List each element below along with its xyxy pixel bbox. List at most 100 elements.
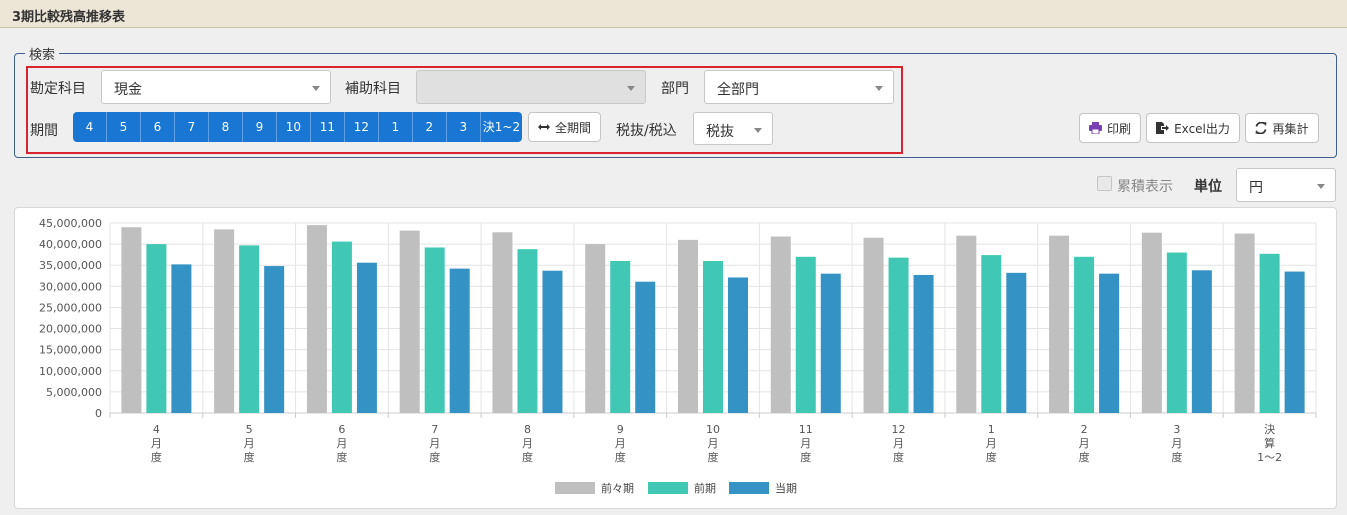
legend-swatch bbox=[555, 482, 595, 494]
y-tick-label: 25,000,000 bbox=[39, 301, 102, 314]
chevron-down-icon bbox=[754, 128, 762, 133]
legend-swatch bbox=[729, 482, 769, 494]
period-button-10[interactable]: 10 bbox=[277, 112, 311, 142]
period-label: 期間 bbox=[30, 123, 58, 139]
bar-2 bbox=[1259, 253, 1280, 413]
x-category-label: 月 bbox=[522, 437, 533, 450]
x-category-label: 7 bbox=[431, 423, 438, 436]
x-category-label: 月 bbox=[336, 437, 347, 450]
x-category-label: 度 bbox=[151, 450, 162, 464]
unit-select-value: 円 bbox=[1249, 180, 1263, 196]
bar-3 bbox=[1284, 271, 1305, 413]
period-button-7[interactable]: 7 bbox=[175, 112, 209, 142]
account-select[interactable]: 現金 bbox=[101, 70, 331, 104]
bar-3 bbox=[171, 264, 192, 413]
x-category-label: 10 bbox=[706, 423, 720, 436]
bar-1 bbox=[678, 239, 698, 413]
bar-1 bbox=[1141, 232, 1162, 413]
y-tick-label: 20,000,000 bbox=[39, 323, 102, 336]
page-title: 3期比較残高推移表 bbox=[12, 10, 126, 25]
x-category-label: 度 bbox=[1079, 450, 1090, 464]
bar-1 bbox=[770, 236, 791, 413]
period-button-6[interactable]: 6 bbox=[141, 112, 175, 142]
dept-select[interactable]: 全部門 bbox=[704, 70, 894, 104]
bar-1 bbox=[1234, 233, 1255, 413]
period-button-2[interactable]: 2 bbox=[413, 112, 447, 142]
printer-icon bbox=[1088, 122, 1102, 134]
x-category-label: 月 bbox=[429, 437, 440, 450]
period-buttons: 4 5 6 7 8 9 10 11 12 1 2 3 決1~2 bbox=[73, 112, 522, 142]
x-category-label: 度 bbox=[708, 450, 719, 464]
x-category-label: 度 bbox=[336, 450, 347, 464]
legend-label: 前期 bbox=[694, 481, 716, 495]
bar-2 bbox=[703, 261, 723, 413]
bar-2 bbox=[146, 244, 167, 413]
x-category-label: 1 bbox=[988, 423, 995, 436]
x-category-label: 決 bbox=[1264, 423, 1275, 436]
chevron-down-icon bbox=[312, 86, 320, 91]
subaccount-select[interactable] bbox=[416, 70, 646, 104]
period-button-5[interactable]: 5 bbox=[107, 112, 141, 142]
y-tick-label: 5,000,000 bbox=[46, 386, 102, 399]
bar-2 bbox=[795, 256, 816, 413]
x-category-label: 月 bbox=[1171, 437, 1182, 450]
excel-export-button[interactable]: Excel出力 bbox=[1146, 113, 1240, 143]
x-category-label: 度 bbox=[244, 450, 255, 464]
x-category-label: 度 bbox=[986, 450, 997, 464]
dept-select-value: 全部門 bbox=[717, 82, 759, 98]
search-legend: 検索 bbox=[29, 48, 56, 63]
period-button-12[interactable]: 12 bbox=[345, 112, 379, 142]
bar-2 bbox=[1166, 252, 1187, 413]
print-button[interactable]: 印刷 bbox=[1079, 113, 1141, 143]
x-category-label: 9 bbox=[617, 423, 624, 436]
chevron-down-icon bbox=[1317, 184, 1325, 189]
y-tick-label: 15,000,000 bbox=[39, 344, 102, 357]
bar-3 bbox=[820, 273, 841, 413]
x-category-label: 11 bbox=[799, 423, 813, 436]
period-button-4[interactable]: 4 bbox=[73, 112, 107, 142]
x-category-label: 月 bbox=[800, 437, 811, 450]
x-category-label: 2 bbox=[1081, 423, 1088, 436]
cumulative-checkbox[interactable] bbox=[1097, 176, 1112, 191]
tax-select[interactable]: 税抜 bbox=[693, 112, 773, 145]
x-category-label: 算 bbox=[1264, 436, 1275, 450]
y-tick-label: 35,000,000 bbox=[39, 259, 102, 272]
bar-3 bbox=[1191, 270, 1212, 413]
x-category-label: 月 bbox=[151, 437, 162, 450]
period-button-1[interactable]: 1 bbox=[379, 112, 413, 142]
recalc-button[interactable]: 再集計 bbox=[1245, 113, 1319, 143]
recalc-label: 再集計 bbox=[1272, 121, 1309, 136]
bar-3 bbox=[264, 266, 285, 413]
account-select-value: 現金 bbox=[114, 82, 142, 98]
x-category-label: 8 bbox=[524, 423, 531, 436]
bar-3 bbox=[1099, 273, 1120, 413]
period-button-3[interactable]: 3 bbox=[447, 112, 481, 142]
x-category-label: 度 bbox=[1171, 450, 1182, 464]
y-tick-label: 40,000,000 bbox=[39, 238, 102, 251]
unit-select[interactable]: 円 bbox=[1236, 168, 1336, 202]
period-button-11[interactable]: 11 bbox=[311, 112, 345, 142]
balance-bar-chart: 45,000,00040,000,00035,000,00030,000,000… bbox=[39, 217, 1317, 495]
bar-1 bbox=[956, 235, 977, 413]
x-category-label: 12 bbox=[892, 423, 906, 436]
x-category-label: 度 bbox=[893, 450, 904, 464]
y-tick-label: 10,000,000 bbox=[39, 365, 102, 378]
period-button-settlement[interactable]: 決1~2 bbox=[481, 112, 522, 142]
bar-3 bbox=[449, 268, 470, 413]
dept-label: 部門 bbox=[661, 81, 689, 97]
legend-label: 前々期 bbox=[601, 481, 634, 495]
legend-label: 当期 bbox=[775, 481, 797, 495]
unit-label: 単位 bbox=[1194, 179, 1222, 195]
file-export-icon bbox=[1156, 122, 1170, 134]
period-button-9[interactable]: 9 bbox=[243, 112, 277, 142]
x-category-label: 度 bbox=[800, 450, 811, 464]
all-period-button[interactable]: 全期間 bbox=[528, 112, 601, 142]
bar-1 bbox=[214, 229, 235, 413]
x-category-label: 月 bbox=[986, 437, 997, 450]
bar-1 bbox=[399, 230, 420, 413]
period-button-8[interactable]: 8 bbox=[209, 112, 243, 142]
refresh-icon bbox=[1255, 122, 1267, 134]
y-tick-label: 0 bbox=[95, 407, 102, 420]
x-category-label: 度 bbox=[522, 450, 533, 464]
x-category-label: 3 bbox=[1173, 423, 1180, 436]
